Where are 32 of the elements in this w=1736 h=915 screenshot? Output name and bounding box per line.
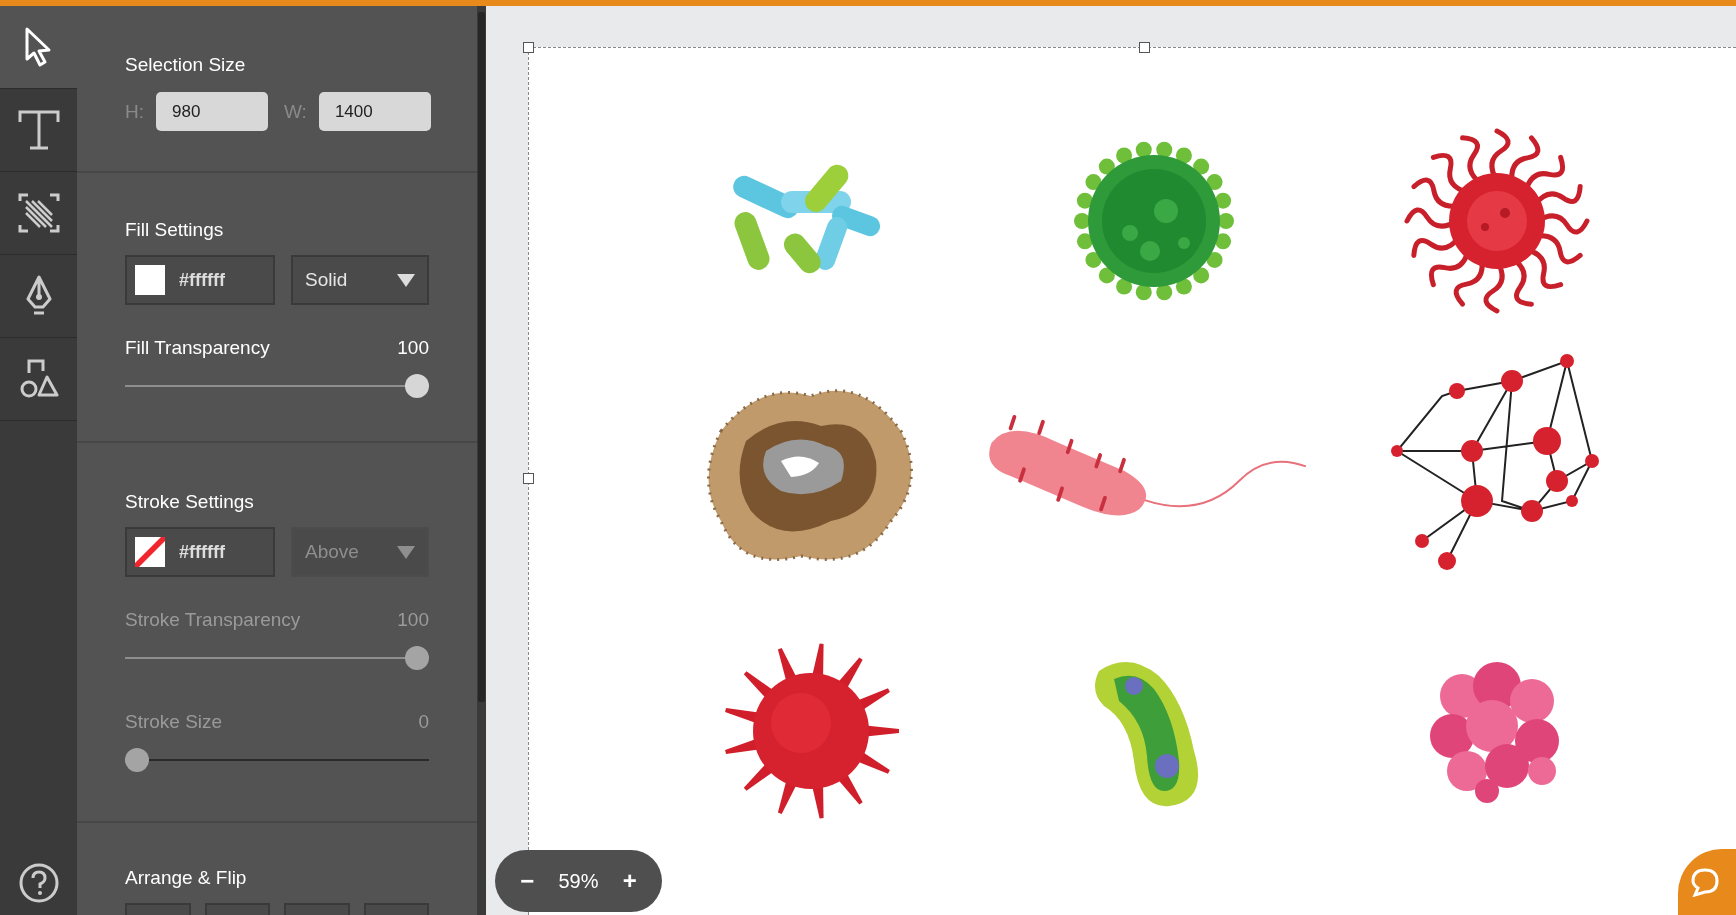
color-field[interactable]: #ffffff — [125, 255, 275, 305]
zoom-level: 59% — [558, 869, 599, 893]
shapes-icon — [18, 359, 59, 399]
pattern-fill-icon — [17, 193, 60, 233]
slider-label: Fill Transparency — [125, 337, 270, 359]
slider-value: 0 — [418, 711, 429, 733]
zoom-out-button[interactable]: − — [514, 867, 541, 895]
slider-label: Stroke Transparency — [125, 609, 301, 631]
dropdown[interactable]: Solid — [291, 255, 429, 305]
chat-icon — [1690, 867, 1720, 897]
section-title: Selection Size — [125, 54, 247, 76]
zoom-in-button[interactable]: + — [616, 867, 643, 895]
tool-button[interactable] — [0, 6, 77, 89]
section-title: Stroke Settings — [125, 491, 255, 513]
caret-icon — [397, 273, 415, 287]
color-swatch[interactable] — [135, 265, 165, 295]
text-icon — [17, 110, 60, 150]
help-button[interactable] — [18, 863, 59, 903]
slider-value: 100 — [397, 609, 429, 631]
width-field[interactable]: 1400 — [318, 92, 431, 131]
height-field[interactable]: 980 — [156, 92, 268, 131]
help-icon — [18, 863, 59, 903]
slider-thumb[interactable] — [405, 374, 429, 398]
slider-label: Stroke Size — [125, 711, 223, 733]
resize-handle[interactable] — [523, 42, 534, 53]
slider-value: 100 — [397, 337, 429, 359]
resize-handle[interactable] — [523, 473, 534, 484]
section-title: Fill Settings — [125, 219, 225, 241]
caret-icon — [397, 545, 415, 559]
scrollbar-thumb[interactable] — [478, 12, 485, 702]
section-title: Arrange & Flip — [125, 867, 248, 889]
resize-handle[interactable] — [1139, 42, 1150, 53]
